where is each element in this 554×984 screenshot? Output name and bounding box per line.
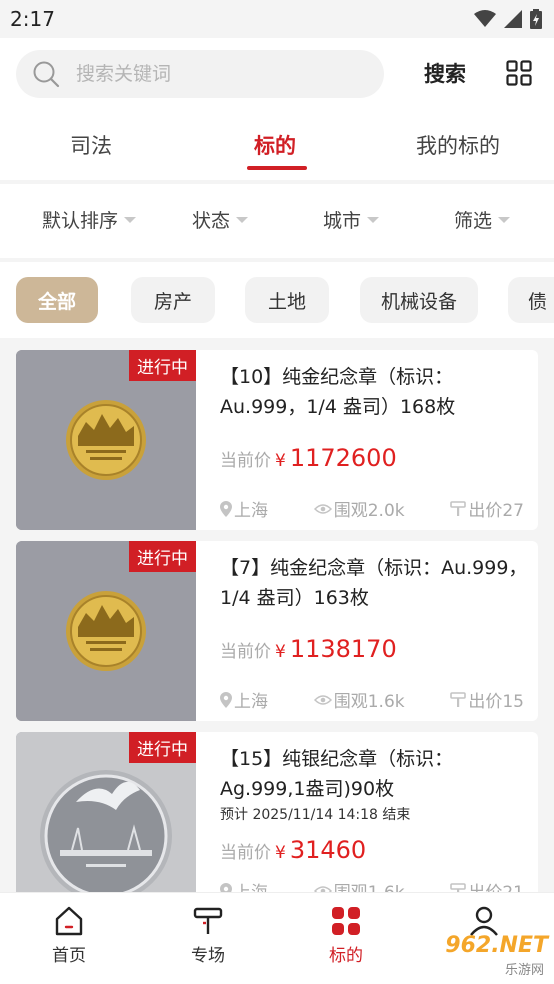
- dropdown-arrow-icon: [236, 216, 249, 223]
- gavel-icon: [193, 907, 223, 934]
- filter-status[interactable]: 状态: [192, 206, 249, 233]
- location-pin-icon: [220, 500, 232, 517]
- category-bar: 全部 房产 土地 机械设备 债: [0, 262, 554, 338]
- tab-underline: [247, 166, 307, 170]
- dropdown-arrow-icon: [498, 216, 511, 223]
- nav-label: 专场: [191, 946, 225, 966]
- dropdown-arrow-icon: [367, 216, 380, 223]
- bids: 出价15: [450, 687, 524, 712]
- top-tabs: 司法 标的 我的标的: [0, 124, 554, 174]
- lot-image: 进行中: [16, 541, 196, 721]
- views-text: 围观2.0k: [333, 501, 405, 521]
- location-text: 上海: [234, 501, 268, 521]
- home-icon: [55, 906, 83, 936]
- lot-card[interactable]: 进行中 【7】纯金纪念章（标识：Au.999，1/4 盎司）163枚 当前价 ¥…: [16, 541, 538, 721]
- nav-special[interactable]: 专场: [168, 905, 248, 966]
- search-box[interactable]: [16, 50, 384, 98]
- price-currency: ¥: [275, 843, 286, 863]
- lot-image: 进行中: [16, 732, 196, 912]
- grid-apps-icon: [332, 907, 360, 935]
- price-label: 当前价: [220, 843, 271, 863]
- location: 上海: [220, 496, 268, 521]
- price-label: 当前价: [220, 451, 271, 471]
- bottom-nav: 首页 专场 标的 962.NET 乐游网: [0, 892, 554, 984]
- price-value: 31460: [289, 836, 367, 864]
- price-value: 1138170: [289, 635, 397, 663]
- category-chip-property[interactable]: 房产: [131, 277, 215, 323]
- header: 搜索 司法 标的 我的标的: [0, 38, 554, 180]
- lot-card[interactable]: 进行中 【15】纯银纪念章（标识：Ag.999,1盎司)90枚 预计 2025/…: [16, 732, 538, 912]
- price-row: 当前价 ¥ 1172600: [220, 444, 397, 472]
- wifi-icon: [474, 10, 496, 27]
- category-chip-all[interactable]: 全部: [16, 277, 98, 323]
- price-row: 当前价 ¥ 31460: [220, 836, 366, 864]
- price-row: 当前价 ¥ 1138170: [220, 635, 397, 663]
- views: 围观2.0k: [313, 496, 405, 521]
- views: 围观1.6k: [313, 687, 405, 712]
- nav-label: 标的: [329, 946, 363, 966]
- bids-text: 出价15: [468, 692, 524, 712]
- watermark-sub: 乐游网: [504, 963, 544, 978]
- search-input[interactable]: [76, 63, 346, 85]
- grid-menu-button[interactable]: [506, 60, 532, 90]
- status-badge: 进行中: [129, 732, 196, 763]
- gavel-icon: [450, 691, 467, 707]
- filter-more[interactable]: 筛选: [454, 206, 511, 233]
- meta-row: 上海 围观2.0k 出价27: [220, 496, 524, 521]
- status-badge: 进行中: [129, 541, 196, 572]
- status-bar: 2:17: [0, 0, 554, 38]
- views-text: 围观1.6k: [333, 692, 405, 712]
- price-label: 当前价: [220, 642, 271, 662]
- lot-title: 【7】纯金纪念章（标识：Au.999，1/4 盎司）163枚: [220, 557, 528, 609]
- watermark-logo: 962.NET: [445, 933, 548, 958]
- nav-label: 首页: [52, 946, 86, 966]
- meta-row: 上海 围观1.6k 出价15: [220, 687, 524, 712]
- dropdown-arrow-icon: [124, 216, 137, 223]
- price-currency: ¥: [275, 642, 286, 662]
- eye-icon: [313, 503, 332, 514]
- price-value: 1172600: [289, 444, 397, 472]
- lot-card[interactable]: 进行中 【10】纯金纪念章（标识：Au.999，1/4 盎司）168枚 当前价 …: [16, 350, 538, 530]
- filter-city[interactable]: 城市: [323, 206, 380, 233]
- tab-judicial[interactable]: 司法: [70, 130, 112, 160]
- location: 上海: [220, 687, 268, 712]
- status-time: 2:17: [10, 7, 55, 31]
- category-chip-debt[interactable]: 债: [508, 277, 554, 323]
- nav-targets[interactable]: 标的: [306, 905, 386, 966]
- grid-icon: [506, 60, 532, 86]
- filter-label: 筛选: [454, 210, 493, 232]
- lot-title: 【10】纯金纪念章（标识：Au.999，1/4 盎司）168枚: [220, 366, 456, 418]
- status-icons: [474, 9, 542, 29]
- category-chip-land[interactable]: 土地: [245, 277, 329, 323]
- eye-icon: [313, 694, 332, 705]
- filter-label: 城市: [323, 210, 362, 232]
- battery-icon: [530, 9, 542, 29]
- bids: 出价27: [450, 496, 524, 521]
- filter-label: 状态: [192, 210, 231, 232]
- filter-sort[interactable]: 默认排序: [42, 206, 137, 233]
- end-time: 预计 2025/11/14 14:18 结束: [220, 807, 411, 823]
- signal-icon: [504, 10, 522, 28]
- tab-my-targets[interactable]: 我的标的: [416, 130, 500, 160]
- location-pin-icon: [220, 691, 232, 708]
- filter-bar: 默认排序 状态 城市 筛选: [0, 184, 554, 258]
- search-button[interactable]: 搜索: [424, 58, 466, 88]
- price-currency: ¥: [275, 451, 286, 471]
- bids-text: 出价27: [468, 501, 524, 521]
- lot-title: 【15】纯银纪念章（标识：Ag.999,1盎司)90枚: [220, 748, 454, 800]
- lot-image: 进行中: [16, 350, 196, 530]
- filter-label: 默认排序: [42, 210, 119, 232]
- nav-home[interactable]: 首页: [29, 905, 109, 966]
- tab-targets[interactable]: 标的: [254, 130, 296, 160]
- gavel-icon: [450, 500, 467, 516]
- status-badge: 进行中: [129, 350, 196, 381]
- category-chip-machinery[interactable]: 机械设备: [360, 277, 478, 323]
- location-text: 上海: [234, 692, 268, 712]
- search-icon: [33, 61, 60, 88]
